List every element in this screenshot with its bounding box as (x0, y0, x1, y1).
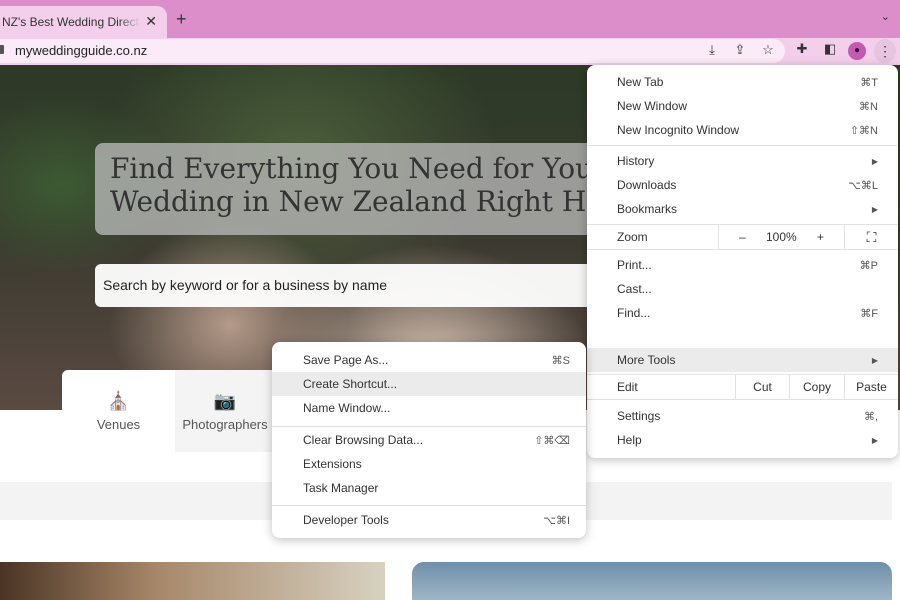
menu-item-downloads[interactable]: Downloads ⌥⌘L (587, 173, 898, 197)
menu-item-new-window[interactable]: New Window ⌘N (587, 94, 898, 118)
side-panel-icon[interactable]: ◧ (821, 41, 839, 57)
zoom-label: Zoom (617, 230, 648, 244)
menu-item-label: New Tab (617, 75, 664, 89)
profile-avatar-icon[interactable]: ● (848, 42, 866, 60)
paste-button[interactable]: Paste (844, 375, 898, 399)
url-text[interactable]: myweddingguide.co.nz (15, 43, 147, 58)
submenu-arrow-icon: ▶ (871, 204, 878, 214)
new-tab-icon[interactable]: + (176, 9, 187, 30)
shortcut: ⇧⌘N (849, 124, 878, 137)
menu-item-cast[interactable]: Cast... (587, 277, 898, 301)
menu-item-label: Name Window... (303, 401, 391, 415)
install-app-icon[interactable]: ⤓ (703, 42, 721, 58)
zoom-level: 100% (765, 230, 797, 244)
menu-item-new-tab[interactable]: New Tab ⌘T (587, 70, 898, 94)
hero-title: Find Everything You Need for Your Weddin… (110, 152, 590, 218)
browser-tab[interactable]: NZ's Best Wedding Directory and Planning… (0, 6, 167, 38)
menu-item-clear-browsing-data[interactable]: Clear Browsing Data... ⇧⌘⌫ (272, 428, 586, 452)
menu-separator (272, 426, 586, 427)
hero-title-line1: Find Everything You Need for Your (110, 152, 590, 185)
tab-title: NZ's Best Wedding Directory and Planning (2, 15, 140, 29)
tab-strip: NZ's Best Wedding Directory and Planning… (0, 0, 900, 38)
copy-button[interactable]: Copy (789, 375, 844, 399)
shortcut: ⌘T (860, 76, 878, 89)
menu-item-label: More Tools (617, 353, 676, 367)
menu-item-bookmarks[interactable]: Bookmarks ▶ (587, 197, 898, 221)
menu-item-label: Developer Tools (303, 513, 389, 527)
menu-item-create-shortcut[interactable]: Create Shortcut... (272, 372, 586, 396)
zoom-in-button[interactable]: + (817, 230, 824, 244)
menu-item-label: New Incognito Window (617, 123, 740, 137)
menu-item-developer-tools[interactable]: Developer Tools ⌥⌘I (272, 508, 586, 532)
lock-icon (0, 45, 4, 54)
menu-item-label: New Window (617, 99, 688, 113)
menu-item-history[interactable]: History ▶ (587, 149, 898, 173)
menu-item-name-window[interactable]: Name Window... (272, 396, 586, 420)
menu-item-label: Settings (617, 409, 661, 423)
menu-item-more-tools[interactable]: More Tools ▶ (587, 348, 898, 372)
submenu-arrow-icon: ▶ (871, 355, 878, 365)
share-icon[interactable]: ⇪ (731, 42, 749, 58)
edit-label: Edit (617, 380, 638, 394)
camera-icon: 📷 (213, 390, 237, 411)
menu-separator (587, 145, 898, 146)
menu-separator (272, 505, 586, 506)
hero-title-line2: Wedding in New Zealand Right Here (110, 185, 590, 218)
menu-item-label: Bookmarks (617, 202, 678, 216)
edit-row: Edit Cut Copy Paste (587, 374, 898, 400)
venue-icon: ⛪ (107, 390, 130, 411)
tab-search-chevron-icon[interactable]: ⌄ (881, 10, 890, 23)
address-bar[interactable]: myweddingguide.co.nz ⤓ ⇪ ☆ (0, 39, 785, 63)
menu-item-label: Task Manager (303, 481, 379, 495)
close-tab-icon[interactable]: ✕ (145, 13, 157, 30)
menu-item-extensions[interactable]: Extensions (272, 452, 586, 476)
feature-image-left[interactable] (0, 562, 385, 600)
menu-item-label: Find... (617, 306, 651, 320)
bookmark-star-icon[interactable]: ☆ (759, 42, 777, 58)
shortcut: ⌘S (551, 354, 570, 367)
category-venues[interactable]: ⛪ Venues (62, 370, 175, 452)
menu-item-help[interactable]: Help ▶ (587, 428, 898, 452)
shortcut: ⌘N (859, 100, 878, 113)
menu-item-settings[interactable]: Settings ⌘, (587, 404, 898, 428)
menu-item-label: Downloads (617, 178, 677, 192)
menu-item-label: Cast... (617, 282, 652, 296)
browser-toolbar: myweddingguide.co.nz ⤓ ⇪ ☆ ✚ ◧ ● ⋮ (0, 38, 900, 65)
shortcut: ⌘F (860, 307, 878, 320)
menu-item-label: Save Page As... (303, 353, 389, 367)
category-photographers[interactable]: 📷 Photographers (175, 370, 275, 452)
menu-item-label: Print... (617, 258, 652, 272)
chrome-main-menu: New Tab ⌘T New Window ⌘N New Incognito Win… (587, 65, 898, 458)
chrome-menu-kebab-icon[interactable]: ⋮ (874, 39, 896, 63)
menu-item-task-manager[interactable]: Task Manager (272, 476, 586, 500)
category-label: Photographers (182, 416, 268, 432)
submenu-arrow-icon: ▶ (871, 435, 878, 445)
menu-item-label: Clear Browsing Data... (303, 433, 424, 447)
shortcut: ⇧⌘⌫ (534, 434, 570, 447)
menu-item-label: Extensions (303, 457, 362, 471)
zoom-controls: – 100% + (718, 225, 844, 249)
more-tools-submenu: Save Page As... ⌘S Create Shortcut... Nam… (272, 342, 586, 538)
menu-item-find[interactable]: Find... ⌘F (587, 301, 898, 325)
menu-item-save-page-as[interactable]: Save Page As... ⌘S (272, 348, 586, 372)
menu-item-print[interactable]: Print... ⌘P (587, 253, 898, 277)
menu-item-label: Help (617, 433, 642, 447)
feature-image-right[interactable] (412, 562, 892, 600)
shortcut: ⌥⌘L (848, 179, 878, 192)
menu-item-new-incognito-window[interactable]: New Incognito Window ⇧⌘N (587, 118, 898, 142)
extensions-puzzle-icon[interactable]: ✚ (793, 41, 811, 57)
shortcut: ⌘, (863, 410, 878, 423)
menu-item-label: History (617, 154, 655, 168)
submenu-arrow-icon: ▶ (871, 156, 878, 166)
menu-item-label: Create Shortcut... (303, 377, 398, 391)
fullscreen-icon[interactable]: ⛶ (844, 225, 898, 249)
zoom-out-button[interactable]: – (739, 230, 746, 244)
shortcut: ⌥⌘I (543, 514, 570, 527)
category-label: Venues (96, 416, 141, 432)
search-input[interactable]: Search by keyword or for a business by n… (95, 264, 590, 307)
zoom-row: Zoom – 100% + ⛶ (587, 224, 898, 250)
cut-button[interactable]: Cut (735, 375, 789, 399)
shortcut: ⌘P (859, 259, 878, 272)
